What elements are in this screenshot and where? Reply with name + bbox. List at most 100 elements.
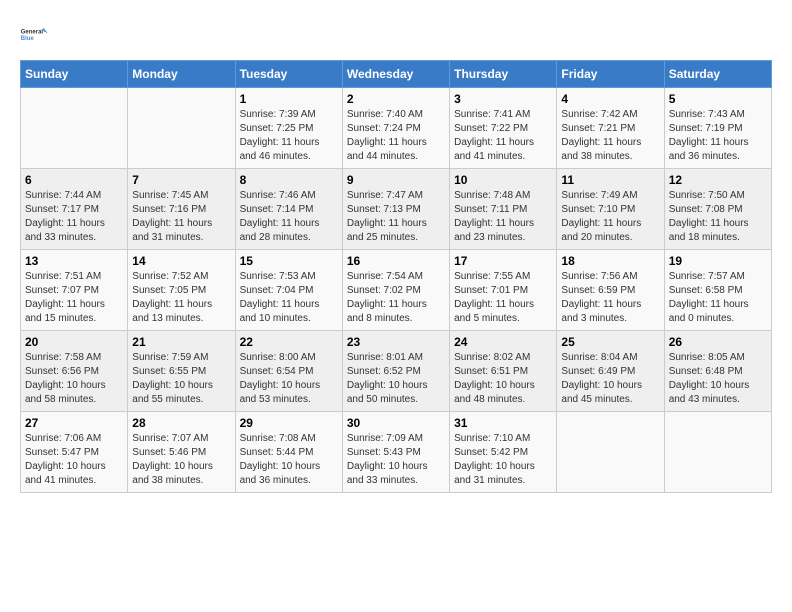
- day-number: 1: [240, 92, 338, 106]
- week-row-4: 20 Sunrise: 7:58 AMSunset: 6:56 PMDayligh…: [21, 331, 772, 412]
- day-info: Sunrise: 8:01 AMSunset: 6:52 PMDaylight:…: [347, 351, 445, 407]
- day-info: Sunrise: 7:06 AMSunset: 5:47 PMDaylight:…: [25, 432, 123, 488]
- day-cell: 19Sunrise: 7:57 AMSunset: 6:58 PMDayligh…: [664, 250, 771, 331]
- day-header-sunday: Sunday: [21, 61, 128, 88]
- day-info: Sunrise: 8:00 AMSunset: 6:54 PMDaylight:…: [240, 351, 338, 407]
- day-number: 11: [561, 173, 659, 187]
- day-info: Sunrise: 7:44 AMSunset: 7:17 PMDaylight:…: [25, 189, 123, 245]
- day-number: 16: [347, 254, 445, 268]
- day-number: 29: [240, 416, 338, 430]
- svg-text:Blue: Blue: [21, 36, 35, 42]
- day-cell: 17Sunrise: 7:55 AMSunset: 7:01 PMDayligh…: [450, 250, 557, 331]
- day-cell: 20 Sunrise: 7:58 AMSunset: 6:56 PMDayligh…: [21, 331, 128, 412]
- day-info: Sunrise: 7:47 AMSunset: 7:13 PMDaylight:…: [347, 189, 445, 245]
- day-number: 23: [347, 335, 445, 349]
- day-cell: 16Sunrise: 7:54 AMSunset: 7:02 PMDayligh…: [342, 250, 449, 331]
- day-info: Sunrise: 8:04 AMSunset: 6:49 PMDaylight:…: [561, 351, 659, 407]
- day-number: 15: [240, 254, 338, 268]
- day-cell: 23 Sunrise: 8:01 AMSunset: 6:52 PMDayligh…: [342, 331, 449, 412]
- day-cell: 27 Sunrise: 7:06 AMSunset: 5:47 PMDayligh…: [21, 412, 128, 493]
- day-header-friday: Friday: [557, 61, 664, 88]
- day-number: 14: [132, 254, 230, 268]
- day-number: 28: [132, 416, 230, 430]
- day-cell: 31 Sunrise: 7:10 AMSunset: 5:42 PMDayligh…: [450, 412, 557, 493]
- day-number: 19: [669, 254, 767, 268]
- day-cell: 1 Sunrise: 7:39 AMSunset: 7:25 PMDaylight…: [235, 88, 342, 169]
- day-info: Sunrise: 7:50 AMSunset: 7:08 PMDaylight:…: [669, 189, 767, 245]
- day-info: Sunrise: 7:53 AMSunset: 7:04 PMDaylight:…: [240, 270, 338, 326]
- day-cell: 25 Sunrise: 8:04 AMSunset: 6:49 PMDayligh…: [557, 331, 664, 412]
- day-cell: 12 Sunrise: 7:50 AMSunset: 7:08 PMDayligh…: [664, 169, 771, 250]
- week-row-1: 1 Sunrise: 7:39 AMSunset: 7:25 PMDaylight…: [21, 88, 772, 169]
- day-header-saturday: Saturday: [664, 61, 771, 88]
- day-number: 6: [25, 173, 123, 187]
- day-info: Sunrise: 8:02 AMSunset: 6:51 PMDaylight:…: [454, 351, 552, 407]
- day-number: 27: [25, 416, 123, 430]
- week-row-3: 13Sunrise: 7:51 AMSunset: 7:07 PMDayligh…: [21, 250, 772, 331]
- day-info: Sunrise: 7:07 AMSunset: 5:46 PMDaylight:…: [132, 432, 230, 488]
- day-info: Sunrise: 7:40 AMSunset: 7:24 PMDaylight:…: [347, 108, 445, 164]
- day-cell: 8 Sunrise: 7:46 AMSunset: 7:14 PMDaylight…: [235, 169, 342, 250]
- day-info: Sunrise: 7:43 AMSunset: 7:19 PMDaylight:…: [669, 108, 767, 164]
- day-cell: 28 Sunrise: 7:07 AMSunset: 5:46 PMDayligh…: [128, 412, 235, 493]
- page-header: GeneralBlue: [20, 20, 772, 50]
- day-cell: 13Sunrise: 7:51 AMSunset: 7:07 PMDayligh…: [21, 250, 128, 331]
- day-number: 5: [669, 92, 767, 106]
- day-number: 4: [561, 92, 659, 106]
- day-number: 9: [347, 173, 445, 187]
- day-info: Sunrise: 7:42 AMSunset: 7:21 PMDaylight:…: [561, 108, 659, 164]
- day-cell: 6 Sunrise: 7:44 AMSunset: 7:17 PMDaylight…: [21, 169, 128, 250]
- week-row-2: 6 Sunrise: 7:44 AMSunset: 7:17 PMDaylight…: [21, 169, 772, 250]
- day-number: 2: [347, 92, 445, 106]
- day-info: Sunrise: 7:45 AMSunset: 7:16 PMDaylight:…: [132, 189, 230, 245]
- day-number: 3: [454, 92, 552, 106]
- calendar-body: 1 Sunrise: 7:39 AMSunset: 7:25 PMDaylight…: [21, 88, 772, 493]
- day-info: Sunrise: 7:51 AMSunset: 7:07 PMDaylight:…: [25, 270, 123, 326]
- day-cell: 24 Sunrise: 8:02 AMSunset: 6:51 PMDayligh…: [450, 331, 557, 412]
- day-cell: 18Sunrise: 7:56 AMSunset: 6:59 PMDayligh…: [557, 250, 664, 331]
- day-cell: 14 Sunrise: 7:52 AMSunset: 7:05 PMDayligh…: [128, 250, 235, 331]
- day-cell: 5 Sunrise: 7:43 AMSunset: 7:19 PMDaylight…: [664, 88, 771, 169]
- day-number: 22: [240, 335, 338, 349]
- day-cell: 2 Sunrise: 7:40 AMSunset: 7:24 PMDaylight…: [342, 88, 449, 169]
- day-info: Sunrise: 8:05 AMSunset: 6:48 PMDaylight:…: [669, 351, 767, 407]
- day-number: 31: [454, 416, 552, 430]
- day-info: Sunrise: 7:46 AMSunset: 7:14 PMDaylight:…: [240, 189, 338, 245]
- day-info: Sunrise: 7:39 AMSunset: 7:25 PMDaylight:…: [240, 108, 338, 164]
- logo: GeneralBlue: [20, 20, 50, 50]
- day-cell: 7 Sunrise: 7:45 AMSunset: 7:16 PMDaylight…: [128, 169, 235, 250]
- day-info: Sunrise: 7:59 AMSunset: 6:55 PMDaylight:…: [132, 351, 230, 407]
- day-number: 10: [454, 173, 552, 187]
- day-number: 12: [669, 173, 767, 187]
- day-number: 7: [132, 173, 230, 187]
- day-info: Sunrise: 7:48 AMSunset: 7:11 PMDaylight:…: [454, 189, 552, 245]
- day-cell: 26 Sunrise: 8:05 AMSunset: 6:48 PMDayligh…: [664, 331, 771, 412]
- day-number: 25: [561, 335, 659, 349]
- day-number: 26: [669, 335, 767, 349]
- day-cell: 9 Sunrise: 7:47 AMSunset: 7:13 PMDaylight…: [342, 169, 449, 250]
- calendar-table: SundayMondayTuesdayWednesdayThursdayFrid…: [20, 60, 772, 493]
- day-cell: 22 Sunrise: 8:00 AMSunset: 6:54 PMDayligh…: [235, 331, 342, 412]
- day-cell: 21 Sunrise: 7:59 AMSunset: 6:55 PMDayligh…: [128, 331, 235, 412]
- day-header-wednesday: Wednesday: [342, 61, 449, 88]
- day-info: Sunrise: 7:52 AMSunset: 7:05 PMDaylight:…: [132, 270, 230, 326]
- week-row-5: 27 Sunrise: 7:06 AMSunset: 5:47 PMDayligh…: [21, 412, 772, 493]
- logo-icon: GeneralBlue: [20, 20, 50, 50]
- day-number: 30: [347, 416, 445, 430]
- day-cell: [664, 412, 771, 493]
- day-info: Sunrise: 7:09 AMSunset: 5:43 PMDaylight:…: [347, 432, 445, 488]
- day-number: 24: [454, 335, 552, 349]
- day-cell: [21, 88, 128, 169]
- day-cell: [128, 88, 235, 169]
- day-info: Sunrise: 7:10 AMSunset: 5:42 PMDaylight:…: [454, 432, 552, 488]
- day-cell: 10 Sunrise: 7:48 AMSunset: 7:11 PMDayligh…: [450, 169, 557, 250]
- day-cell: 3Sunrise: 7:41 AMSunset: 7:22 PMDaylight…: [450, 88, 557, 169]
- day-number: 18: [561, 254, 659, 268]
- day-info: Sunrise: 7:58 AMSunset: 6:56 PMDaylight:…: [25, 351, 123, 407]
- day-info: Sunrise: 7:55 AMSunset: 7:01 PMDaylight:…: [454, 270, 552, 326]
- day-number: 21: [132, 335, 230, 349]
- day-number: 20: [25, 335, 123, 349]
- day-cell: 29Sunrise: 7:08 AMSunset: 5:44 PMDayligh…: [235, 412, 342, 493]
- day-header-tuesday: Tuesday: [235, 61, 342, 88]
- day-number: 8: [240, 173, 338, 187]
